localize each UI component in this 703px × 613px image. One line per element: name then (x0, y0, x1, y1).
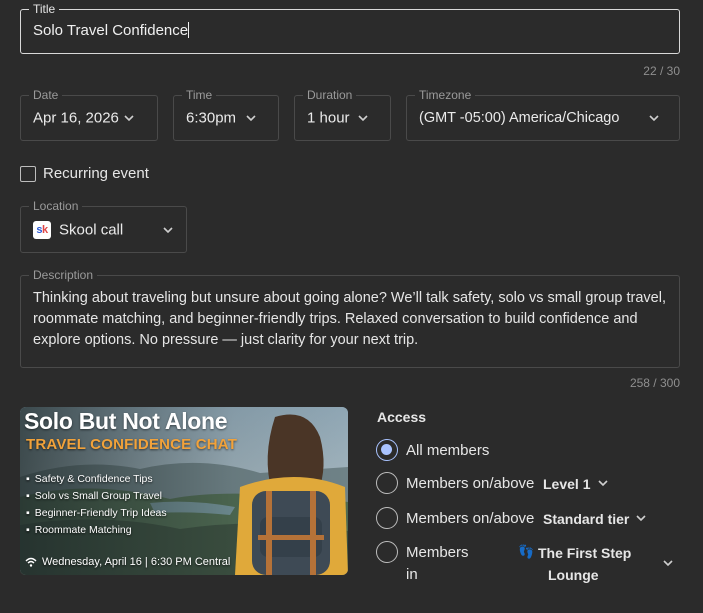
title-field[interactable]: Title Solo Travel Confidence (20, 2, 680, 54)
radio-members-level-label[interactable]: Members on/above (406, 475, 534, 492)
access-heading: Access (377, 409, 427, 425)
group-select-value-line2[interactable]: Lounge (548, 567, 599, 583)
chevron-down-icon (162, 224, 174, 236)
chevron-down-icon (648, 112, 660, 124)
radio-all-members-label[interactable]: All members (406, 442, 489, 459)
chevron-down-icon (245, 112, 257, 124)
footprints-icon: 👣 (518, 544, 535, 559)
chevron-down-icon (357, 112, 369, 124)
description-legend: Description (29, 268, 98, 282)
group-select-value-line1[interactable]: The First Step (538, 545, 631, 561)
date-value: Apr 16, 2026 (33, 109, 119, 127)
radio-members-tier[interactable] (376, 507, 398, 529)
level-select-value[interactable]: Level 1 (543, 476, 590, 492)
chevron-down-icon[interactable] (597, 477, 609, 489)
date-select[interactable]: Date Apr 16, 2026 (20, 88, 158, 141)
title-input[interactable]: Solo Travel Confidence (33, 22, 653, 39)
banner-subtitle: TRAVEL CONFIDENCE CHAT (26, 436, 238, 453)
banner-list-item: Roommate Matching (26, 522, 167, 539)
tier-select-value[interactable]: Standard tier (543, 511, 629, 527)
radio-members-group-label-line2[interactable]: in (406, 566, 418, 583)
recurring-checkbox[interactable] (20, 166, 36, 182)
chevron-down-icon (123, 112, 135, 124)
timezone-legend: Timezone (415, 88, 476, 102)
cover-image[interactable]: Solo But Not Alone TRAVEL CONFIDENCE CHA… (20, 407, 348, 575)
wifi-icon (25, 557, 37, 567)
date-legend: Date (29, 88, 63, 102)
time-select[interactable]: Time 6:30pm (173, 88, 279, 141)
banner-footer-text: Wednesday, April 16 | 6:30 PM Central (42, 556, 231, 568)
radio-members-tier-label[interactable]: Members on/above (406, 510, 534, 527)
location-select[interactable]: Location sk Skool call (20, 199, 187, 253)
banner-list-item: Solo vs Small Group Travel (26, 488, 167, 505)
time-value: 6:30pm (186, 109, 237, 127)
radio-all-members[interactable] (376, 439, 398, 461)
banner-title: Solo But Not Alone (24, 408, 228, 434)
banner-list: Safety & Confidence Tips Solo vs Small G… (26, 471, 167, 539)
duration-legend: Duration (303, 88, 357, 102)
radio-members-group-label-line1[interactable]: Members (406, 544, 469, 561)
skool-logo-icon: sk (33, 220, 51, 239)
banner-list-item: Safety & Confidence Tips (26, 471, 167, 488)
chevron-down-icon[interactable] (662, 557, 674, 569)
radio-members-level[interactable] (376, 472, 398, 494)
location-legend: Location (29, 199, 83, 213)
description-text[interactable]: Thinking about traveling but unsure abou… (33, 288, 669, 351)
text-caret (188, 22, 190, 38)
radio-members-group[interactable] (376, 541, 398, 563)
banner-footer: Wednesday, April 16 | 6:30 PM Central (25, 556, 230, 568)
title-value: Solo Travel Confidence (33, 22, 189, 39)
location-value: Skool call (59, 221, 124, 238)
description-char-counter: 258 / 300 (629, 376, 680, 390)
time-legend: Time (182, 88, 217, 102)
duration-value: 1 hour (307, 109, 350, 127)
description-field[interactable]: Description Thinking about traveling but… (20, 268, 680, 368)
banner-list-item: Beginner-Friendly Trip Ideas (26, 505, 167, 522)
title-char-counter: 22 / 30 (643, 64, 680, 78)
chevron-down-icon[interactable] (635, 512, 647, 524)
title-legend: Title (29, 2, 60, 16)
timezone-value: (GMT -05:00) America/Chicago (419, 110, 620, 126)
timezone-select[interactable]: Timezone (GMT -05:00) America/Chicago (406, 88, 680, 141)
duration-select[interactable]: Duration 1 hour (294, 88, 391, 141)
recurring-label[interactable]: Recurring event (43, 165, 149, 182)
